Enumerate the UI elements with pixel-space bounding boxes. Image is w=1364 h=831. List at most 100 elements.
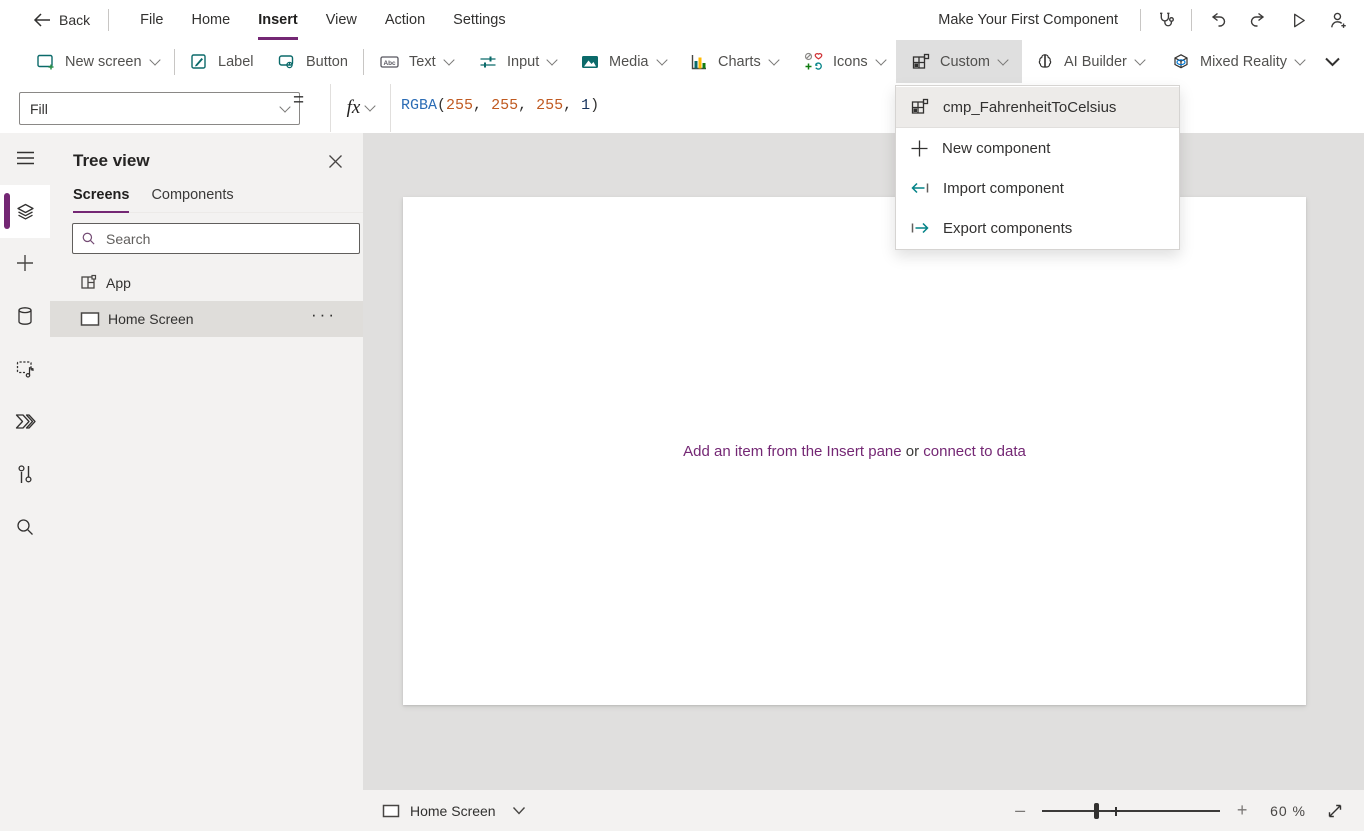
- divider: [363, 49, 364, 75]
- menu-insert[interactable]: Insert: [244, 0, 312, 40]
- ribbon-label-control[interactable]: Label: [183, 40, 259, 83]
- property-selector[interactable]: Fill: [19, 92, 300, 125]
- more-options-button[interactable]: ···: [311, 305, 337, 325]
- current-screen-label: Home Screen: [410, 803, 496, 819]
- button-icon: [277, 52, 297, 72]
- menu-item-export-components[interactable]: Export components: [896, 208, 1179, 248]
- canvas-work-area: Add an item from the Insert pane or conn…: [363, 133, 1364, 790]
- menu-item-import-component[interactable]: Import component: [896, 168, 1179, 208]
- component-icon: [910, 97, 930, 117]
- close-panel-button[interactable]: [328, 154, 343, 169]
- menu-item-label: Export components: [943, 220, 1072, 237]
- svg-text:Abc: Abc: [383, 59, 396, 66]
- insert-pane-link[interactable]: Add an item from the Insert pane: [683, 443, 901, 460]
- chevron-down-icon: [875, 54, 886, 65]
- rail-advanced-tools-button[interactable]: [0, 454, 50, 494]
- current-screen-selector[interactable]: Home Screen: [382, 790, 526, 831]
- ribbon-label: AI Builder: [1064, 54, 1127, 70]
- back-button[interactable]: Back: [33, 12, 90, 28]
- panel-title: Tree view: [73, 151, 150, 171]
- ribbon-media[interactable]: Media: [574, 40, 672, 83]
- ribbon-input[interactable]: Input: [472, 40, 562, 83]
- preview-button[interactable]: [1278, 0, 1318, 40]
- app-checker-stethoscope-icon: [1155, 10, 1176, 31]
- chevron-down-icon: [656, 54, 667, 65]
- status-bar: Home Screen – + 60 %: [363, 790, 1364, 831]
- ribbon-label: Label: [218, 54, 253, 70]
- ribbon-label: Input: [507, 54, 539, 70]
- search-icon: [15, 517, 35, 537]
- tree-item-home-screen[interactable]: Home Screen ···: [50, 301, 363, 337]
- rail-media-button[interactable]: [0, 349, 50, 389]
- search-input[interactable]: [104, 230, 351, 248]
- zoom-out-button[interactable]: –: [1008, 800, 1032, 821]
- undo-icon: [1208, 10, 1228, 30]
- zoom-in-button[interactable]: +: [1230, 800, 1254, 821]
- formula-token: 255: [536, 97, 563, 114]
- fit-to-window-button[interactable]: [1320, 796, 1350, 826]
- close-icon: [328, 154, 343, 169]
- menu-file[interactable]: File: [126, 0, 177, 40]
- back-arrow-icon: [33, 13, 51, 27]
- advanced-tools-icon: [17, 464, 33, 485]
- screen-artboard[interactable]: Add an item from the Insert pane or conn…: [403, 197, 1306, 705]
- rail-insert-button[interactable]: [0, 243, 50, 283]
- ribbon-text[interactable]: Abc Text: [373, 40, 459, 83]
- hamburger-menu-button[interactable]: [0, 138, 50, 178]
- fx-selector[interactable]: fx: [330, 84, 391, 132]
- media-screen-note-icon: [15, 359, 36, 379]
- tree-search-box[interactable]: [72, 223, 360, 254]
- ribbon-mixed-reality[interactable]: Mixed Reality: [1165, 40, 1310, 83]
- menu-home[interactable]: Home: [178, 0, 245, 40]
- ai-builder-icon: [1035, 52, 1055, 72]
- ribbon-overflow-button[interactable]: [1318, 40, 1347, 83]
- zoom-slider-thumb[interactable]: [1094, 803, 1099, 819]
- divider: [174, 49, 175, 75]
- menu-view[interactable]: View: [312, 0, 371, 40]
- chevron-down-icon: [997, 54, 1008, 65]
- connect-to-data-link[interactable]: connect to data: [923, 443, 1026, 460]
- menu-item-label: Import component: [943, 180, 1064, 197]
- redo-button[interactable]: [1238, 0, 1278, 40]
- chevron-down-icon: [1324, 56, 1341, 68]
- media-icon: [580, 52, 600, 72]
- share-person-add-icon: [1328, 10, 1349, 31]
- menu-item-new-component[interactable]: New component: [896, 128, 1179, 168]
- ribbon-new-screen[interactable]: New screen: [30, 40, 165, 83]
- ribbon-custom[interactable]: Custom: [896, 40, 1022, 83]
- tree-tabs: Screens Components: [73, 187, 363, 213]
- tree-item-app[interactable]: App: [50, 265, 363, 301]
- tab-screens[interactable]: Screens: [73, 187, 129, 212]
- ribbon-label: Icons: [833, 54, 868, 70]
- share-button[interactable]: [1318, 0, 1358, 40]
- zoom-slider[interactable]: [1042, 803, 1220, 819]
- data-cylinder-icon: [16, 306, 34, 326]
- undo-button[interactable]: [1198, 0, 1238, 40]
- rail-tree-view-button[interactable]: [0, 185, 50, 238]
- tree-item-label: App: [106, 275, 131, 291]
- tab-components[interactable]: Components: [151, 187, 233, 212]
- chevron-down-icon: [512, 806, 526, 815]
- rail-search-button[interactable]: [0, 507, 50, 547]
- left-navigation-rail: [0, 133, 51, 831]
- zoom-slider-track[interactable]: [1042, 810, 1220, 812]
- chevron-down-icon: [547, 54, 558, 65]
- chevron-down-icon: [1134, 54, 1145, 65]
- formula-token: RGBA: [401, 97, 437, 114]
- menu-item-component[interactable]: cmp_FahrenheitToCelsius: [896, 87, 1179, 128]
- menu-settings[interactable]: Settings: [439, 0, 519, 40]
- rail-power-automate-button[interactable]: [0, 401, 50, 441]
- formula-token: 255: [446, 97, 473, 114]
- ribbon-button-control[interactable]: Button: [271, 40, 354, 83]
- plus-icon: [910, 139, 929, 158]
- empty-screen-hint: Add an item from the Insert pane or conn…: [683, 443, 1026, 460]
- rail-data-button[interactable]: [0, 296, 50, 336]
- menu-action[interactable]: Action: [371, 0, 439, 40]
- ribbon-icons[interactable]: Icons: [797, 40, 891, 83]
- formula-input[interactable]: RGBA(255, 255, 255, 1): [401, 97, 599, 114]
- ribbon-ai-builder[interactable]: AI Builder: [1029, 40, 1150, 83]
- app-checker-button[interactable]: [1145, 0, 1185, 40]
- ribbon-label: Custom: [940, 54, 990, 70]
- ribbon-charts[interactable]: Charts: [683, 40, 784, 83]
- menu-item-label: New component: [942, 140, 1050, 157]
